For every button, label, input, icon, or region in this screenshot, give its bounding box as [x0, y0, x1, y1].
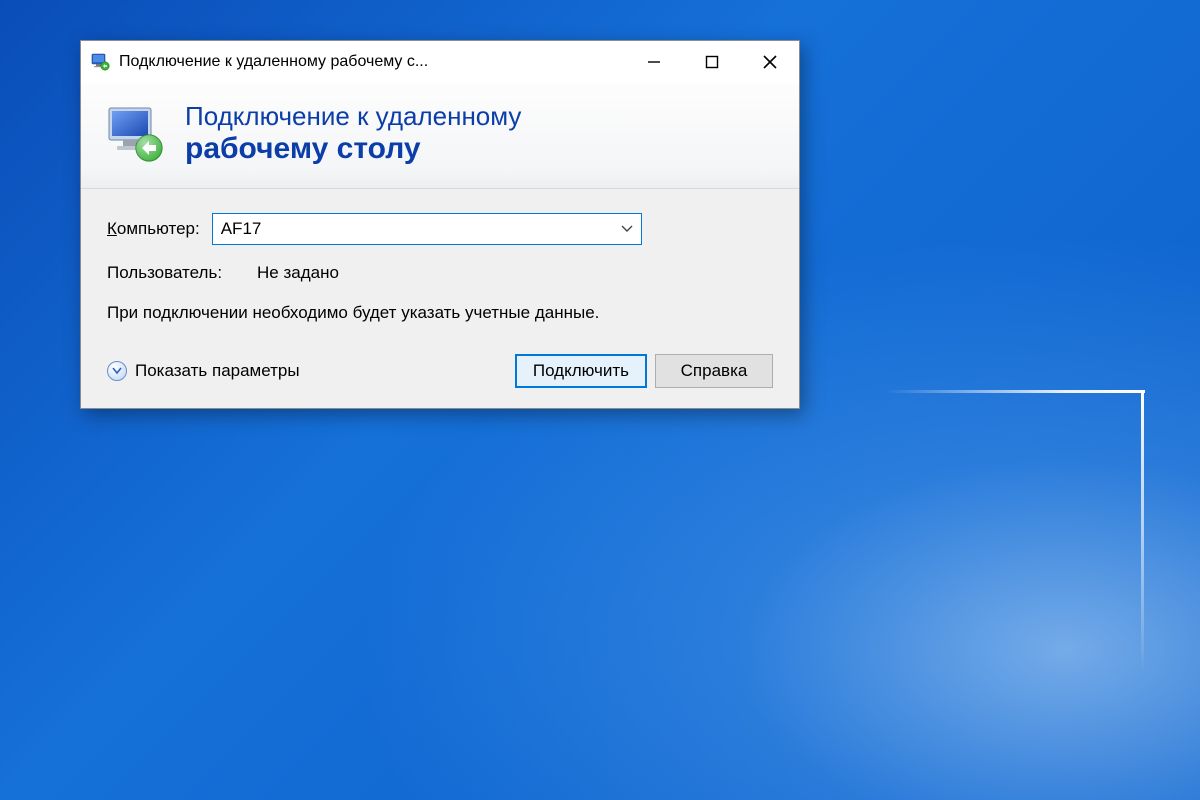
computer-row: Компьютер: — [107, 213, 773, 245]
header-title: Подключение к удаленному рабочему столу — [185, 101, 521, 166]
header-line2: рабочему столу — [185, 132, 521, 166]
computer-combobox[interactable] — [212, 213, 642, 245]
close-button[interactable] — [741, 41, 799, 83]
chevron-down-icon[interactable] — [613, 214, 641, 244]
maximize-button[interactable] — [683, 41, 741, 83]
header-line1: Подключение к удаленному — [185, 101, 521, 132]
user-value: Не задано — [257, 263, 339, 283]
dialog-header: Подключение к удаленному рабочему столу — [81, 83, 799, 189]
minimize-button[interactable] — [625, 41, 683, 83]
dialog-footer: Показать параметры Подключить Справка — [107, 348, 773, 388]
help-button[interactable]: Справка — [655, 354, 773, 388]
desktop-light-beam — [885, 390, 1145, 393]
credentials-info: При подключении необходимо будет указать… — [107, 301, 773, 326]
desktop-light-beam-vertical — [1141, 392, 1144, 672]
user-label: Пользователь: — [107, 263, 257, 283]
rdp-app-icon — [91, 52, 111, 72]
dialog-body: Компьютер: Пользователь: Не задано При п… — [81, 189, 799, 408]
window-controls — [625, 41, 799, 83]
window-title: Подключение к удаленному рабочему с... — [119, 53, 428, 71]
user-row: Пользователь: Не задано — [107, 263, 773, 283]
computer-input[interactable] — [213, 215, 613, 243]
show-options-link[interactable]: Показать параметры — [135, 361, 300, 381]
rdp-header-icon — [103, 102, 167, 166]
titlebar[interactable]: Подключение к удаленному рабочему с... — [81, 41, 799, 83]
rdp-dialog-window: Подключение к удаленному рабочему с... — [80, 40, 800, 409]
computer-label: Компьютер: — [107, 219, 200, 239]
connect-button[interactable]: Подключить — [515, 354, 647, 388]
expand-options-icon[interactable] — [107, 361, 127, 381]
